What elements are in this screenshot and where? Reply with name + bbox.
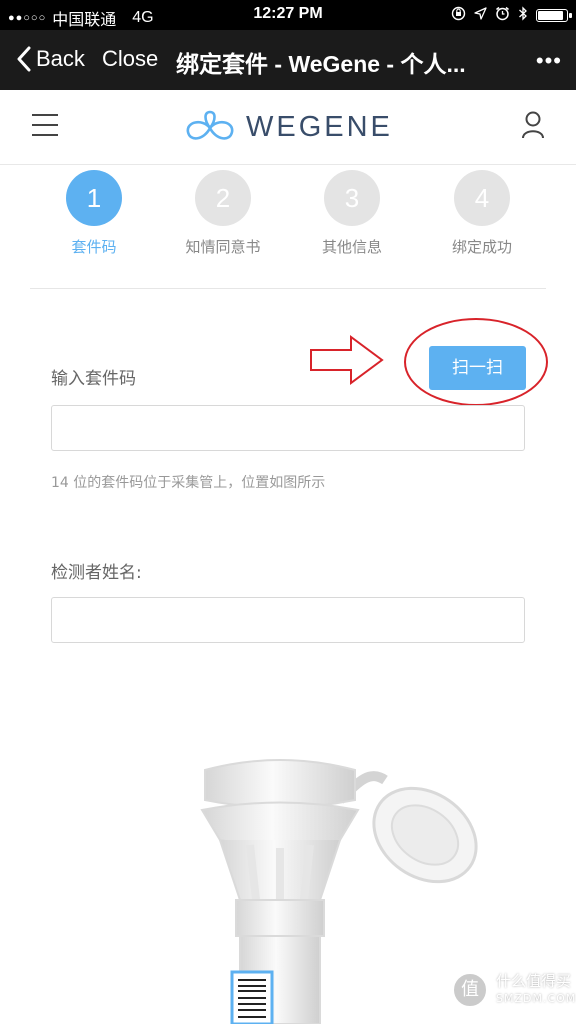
status-icons: [451, 6, 572, 24]
step-3: 3 其他信息: [297, 170, 407, 257]
scan-button[interactable]: 扫一扫: [429, 346, 526, 390]
step-2: 2 知情同意书: [168, 170, 278, 257]
step-number: 3: [324, 170, 380, 226]
step-label: 其他信息: [321, 238, 382, 256]
step-label: 知情同意书: [185, 238, 261, 256]
site-header: WEGENE: [0, 90, 576, 165]
kit-code-label: 输入套件码: [51, 369, 136, 389]
bluetooth-icon: [518, 6, 528, 24]
kit-code-input[interactable]: [51, 405, 525, 451]
step-number: 1: [66, 170, 122, 226]
step-1: 1 套件码: [39, 170, 149, 257]
step-label: 套件码: [71, 238, 117, 256]
smzdm-watermark: 值 什么值得买 SMZDM.COM: [452, 972, 576, 1008]
user-icon[interactable]: [520, 110, 546, 144]
watermark-line1: 什么值得买: [496, 972, 572, 990]
page-title: 绑定套件 - WeGene - 个人...: [176, 51, 466, 77]
step-number: 4: [454, 170, 510, 226]
chevron-left-icon: [17, 46, 31, 72]
battery-level: [538, 10, 563, 20]
watermark-badge: 值: [452, 972, 488, 1008]
divider: [30, 288, 546, 289]
step-4: 4 绑定成功: [427, 170, 537, 257]
kit-code-hint: 14 位的套件码位于采集管上，位置如图所示: [51, 475, 326, 491]
wegene-logo[interactable]: WEGENE: [184, 110, 393, 144]
logo-text: WEGENE: [246, 110, 393, 143]
more-options-button[interactable]: •••: [536, 48, 562, 74]
tester-name-input[interactable]: [51, 597, 525, 643]
tester-name-label: 检测者姓名:: [51, 563, 142, 583]
wegene-logo-icon: [186, 110, 234, 140]
step-number: 2: [195, 170, 251, 226]
battery-icon: [536, 8, 572, 22]
location-arrow-icon: [474, 7, 487, 23]
watermark-line2: SMZDM.COM: [496, 992, 576, 1005]
status-bar: ●●○○○ 中国联通 4G 12:27 PM: [0, 0, 576, 30]
navigation-bar: Back Close 绑定套件 - WeGene - 个人... •••: [0, 30, 576, 90]
annotation-arrow: [310, 335, 384, 385]
back-button[interactable]: Back: [16, 46, 85, 72]
hamburger-menu-icon[interactable]: [32, 114, 58, 144]
back-label: Back: [36, 46, 85, 71]
alarm-icon: [495, 6, 510, 24]
orientation-lock-icon: [451, 6, 466, 24]
step-label: 绑定成功: [451, 238, 512, 256]
close-button[interactable]: Close: [102, 46, 158, 72]
watermark-text: 什么值得买 SMZDM.COM: [496, 972, 576, 1008]
